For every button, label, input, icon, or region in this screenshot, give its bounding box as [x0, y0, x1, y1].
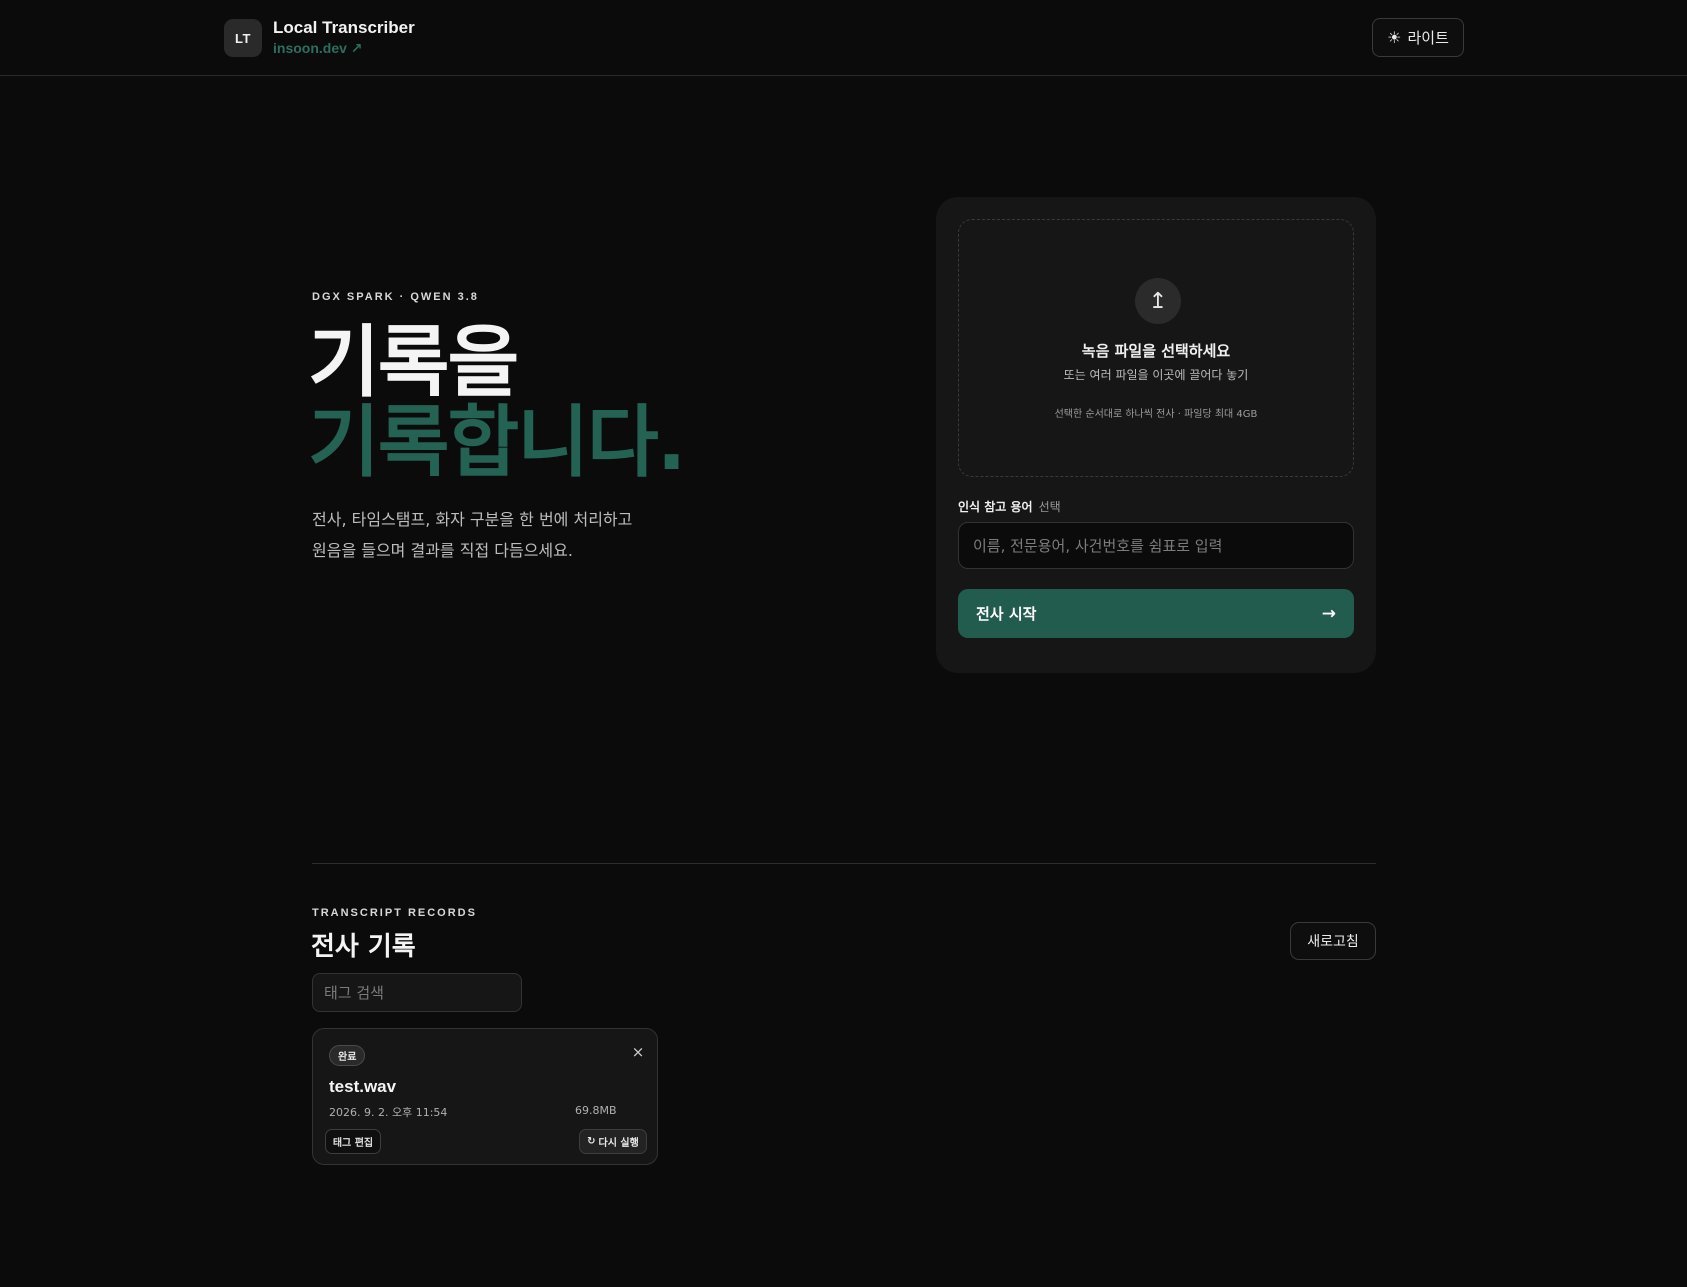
hero-description-line1: 전사, 타임스탬프, 화자 구분을 한 번에 처리하고 [312, 510, 633, 529]
record-file-name: test.wav [329, 1077, 397, 1096]
sun-icon: ☀ [1387, 28, 1402, 47]
tag-search-input[interactable] [312, 973, 522, 1012]
record-date: 2026. 9. 2. 오후 11:54 [329, 1106, 448, 1119]
section-divider [312, 863, 1376, 864]
terms-optional-text: 선택 [1038, 500, 1061, 514]
hero-title-line1: 기록을 [308, 318, 519, 408]
arrow-right-icon: → [1321, 603, 1336, 624]
app-title: Local Transcriber [273, 18, 415, 37]
status-badge: 완료 [329, 1045, 366, 1066]
rerun-label: 다시 실행 [598, 1138, 639, 1149]
upload-card: ↥ 녹음 파일을 선택하세요 또는 여러 파일을 이곳에 끌어다 놓기 선택한 … [936, 197, 1376, 673]
dropzone-subtitle: 또는 여러 파일을 이곳에 끌어다 놓기 [1063, 368, 1249, 382]
start-transcription-button[interactable]: 전사 시작 → [958, 589, 1354, 638]
close-icon[interactable]: × [629, 1043, 647, 1061]
hero-description-line2: 원음을 들으며 결과를 직접 다듬으세요. [312, 541, 573, 560]
record-size: 69.8MB [575, 1104, 617, 1117]
upload-icon: ↥ [1135, 278, 1181, 324]
dropzone-title: 녹음 파일을 선택하세요 [1081, 342, 1231, 360]
rerun-button[interactable]: ↻ 다시 실행 [579, 1129, 647, 1154]
start-button-label: 전사 시작 [976, 605, 1037, 623]
hero-title-line2: 기록합니다. [308, 398, 686, 488]
tag-edit-button[interactable]: 태그 편집 [325, 1129, 381, 1154]
file-dropzone[interactable]: ↥ 녹음 파일을 선택하세요 또는 여러 파일을 이곳에 끌어다 놓기 선택한 … [958, 219, 1354, 477]
records-title: 전사 기록 [311, 932, 416, 962]
theme-toggle-label: 라이트 [1407, 29, 1449, 47]
dropzone-note: 선택한 순서대로 하나씩 전사 · 파일당 최대 4GB [1054, 409, 1258, 420]
hero-description: 전사, 타임스탬프, 화자 구분을 한 번에 처리하고 원음을 들으며 결과를 … [312, 504, 672, 566]
hero-eyebrow: DGX SPARK · QWEN 3.8 [312, 291, 479, 303]
records-eyebrow: TRANSCRIPT RECORDS [312, 907, 477, 919]
app-header: LT Local Transcriber insoon.dev ↗ ☀ 라이트 [0, 0, 1687, 76]
site-link[interactable]: insoon.dev ↗ [273, 40, 363, 57]
refresh-icon: ↻ [587, 1136, 596, 1147]
app-logo: LT [224, 19, 262, 57]
refresh-button[interactable]: 새로고침 [1290, 922, 1376, 960]
terms-label-text: 인식 참고 용어 [958, 500, 1033, 514]
terms-input[interactable] [958, 522, 1354, 569]
record-card[interactable]: 완료 × test.wav 2026. 9. 2. 오후 11:54 69.8M… [312, 1028, 658, 1165]
terms-field-label: 인식 참고 용어 선택 [958, 498, 1061, 515]
theme-toggle-button[interactable]: ☀ 라이트 [1372, 18, 1464, 57]
